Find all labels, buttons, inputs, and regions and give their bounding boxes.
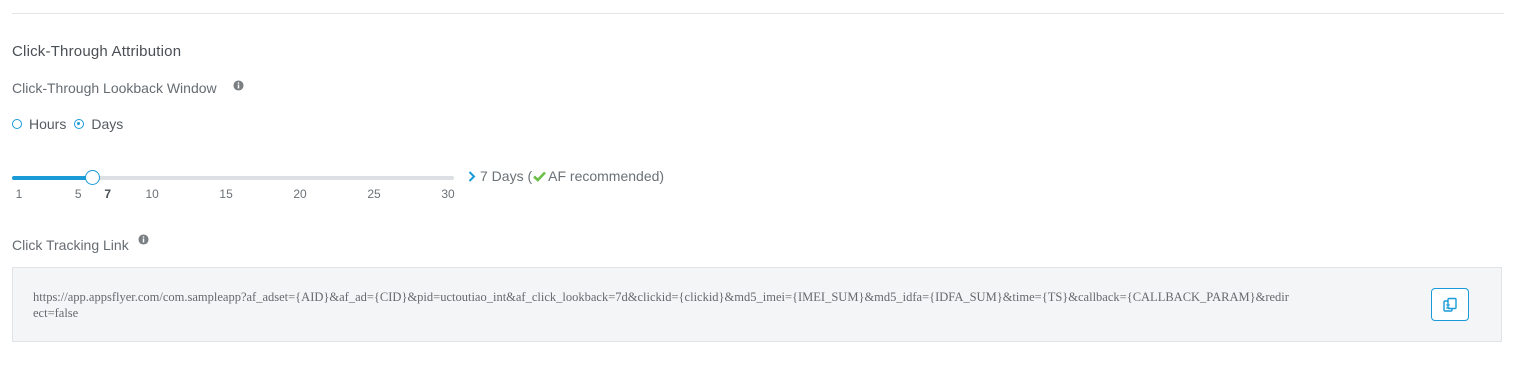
tracking-link-url[interactable]: https://app.appsflyer.com/com.sampleapp?… <box>33 289 1293 321</box>
section-title: Click-Through Attribution <box>12 43 182 60</box>
hours-radio[interactable]: Hours <box>12 116 66 132</box>
copy-icon <box>1443 297 1457 312</box>
click-tracking-link-label: Click Tracking Link <box>12 237 129 253</box>
slider-tick-label: 30 <box>441 187 455 201</box>
slider-tick-label: 7 <box>104 187 112 201</box>
lookback-slider-handle[interactable] <box>85 170 101 185</box>
lookback-window-label: Click-Through Lookback Window <box>12 80 217 96</box>
hours-radio-circle[interactable] <box>12 119 22 129</box>
check-icon <box>533 171 547 182</box>
hours-radio-label[interactable]: Hours <box>29 116 66 132</box>
lookback-value-display: 7 Days ( AF recommended) <box>468 168 664 184</box>
info-icon[interactable] <box>138 234 149 245</box>
slider-tick-label: 10 <box>145 187 159 201</box>
slider-tick-label: 20 <box>293 187 307 201</box>
info-icon[interactable] <box>233 80 244 91</box>
af-recommended-text: AF recommended) <box>548 168 665 184</box>
tracking-link-box: https://app.appsflyer.com/com.sampleapp?… <box>12 267 1502 342</box>
slider-tick-label: 5 <box>74 187 82 201</box>
lookback-unit-radio-group: Hours Days <box>12 116 131 132</box>
lookback-value-text: 7 Days ( <box>480 168 533 184</box>
days-radio-circle[interactable] <box>74 119 85 129</box>
lookback-slider-fill <box>12 176 94 180</box>
copy-link-button[interactable] <box>1431 288 1469 321</box>
slider-tick-label: 15 <box>219 187 233 201</box>
top-divider <box>12 13 1504 14</box>
slider-tick-label: 25 <box>367 187 381 201</box>
days-radio-label[interactable]: Days <box>91 116 123 132</box>
chevron-right-icon <box>468 170 476 182</box>
slider-tick-label: 1 <box>15 187 23 201</box>
days-radio[interactable]: Days <box>74 116 123 132</box>
